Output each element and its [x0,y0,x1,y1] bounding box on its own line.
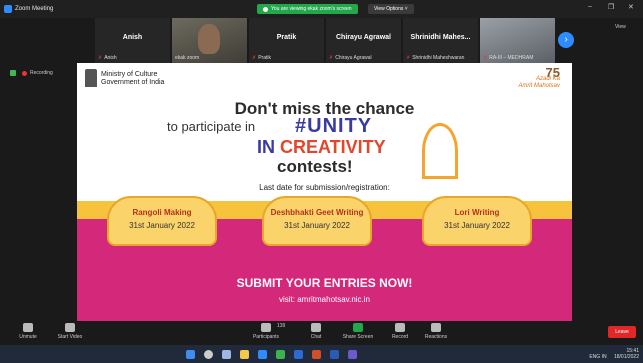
national-emblem-icon [85,69,97,87]
muted-mic-icon: ✗ [329,55,334,61]
poster-unity-text: #UNITY [295,115,373,137]
visit-url-text: visit: amritmahotsav.nic.in [279,295,370,304]
language-indicator[interactable]: ENG IN [589,354,606,360]
clock[interactable]: 15:41 18/01/2022 [614,348,639,360]
participant-tile[interactable]: Pratik ✗ Pratik [249,18,324,63]
participant-count: 139 [277,323,286,329]
participant-name: Anish [122,34,143,41]
participant-name: Pratik [276,34,297,41]
unmute-button[interactable]: Unmute [6,323,50,340]
close-button[interactable]: ✕ [628,3,634,11]
participant-label: ✗ Shrinidhi Maheshwaran [406,55,465,61]
view-button[interactable]: View [615,24,626,30]
task-view-icon[interactable] [222,350,231,359]
contest-date: 31st January 2022 [444,221,510,230]
record-icon [395,323,405,332]
reactions-icon [431,323,441,332]
zoom-window: Zoom Meeting You are viewing ekak zoom's… [0,0,643,363]
contest-title: Deshbhakti Geet Writing [270,208,364,217]
leave-button[interactable]: Leave [608,326,636,338]
participant-label: ✗ Anish [98,55,117,61]
last-date-text: Last date for submission/registration: [259,183,390,192]
meeting-toolbar: Unmute Start Video Participants 139 Chat… [0,321,643,345]
participant-video-tile[interactable]: ekak zoom [172,18,247,63]
recording-dot-icon [22,70,27,76]
poster-in-creativity: IN CREATIVITY [257,137,386,157]
participant-label: ✗ Chirayu Agrawal [329,55,372,61]
paintbrush-icon [422,123,458,179]
app-icon[interactable] [312,350,321,359]
participants-icon [261,323,271,332]
muted-mic-icon: ✗ [483,55,488,61]
participant-tile[interactable]: Anish ✗ Anish [95,18,170,63]
muted-mic-icon: ✗ [252,55,257,61]
contest-card: Lori Writing 31st January 2022 [422,196,532,246]
participant-label: ✗ RA-III – MEDHRAM [483,55,534,61]
participant-name: Shrinidhi Mahes... [410,34,471,41]
security-icon [10,70,16,76]
muted-mic-icon: ✗ [98,55,103,61]
participant-tile[interactable]: Chirayu Agrawal ✗ Chirayu Agrawal [326,18,401,63]
share-banner-text: You are viewing ekak zoom's screen [271,6,352,12]
participant-label: ✗ Pratik [252,55,271,61]
azadi-ka-amrit-mahotsav-logo: 75 Azadi Ka Amrit Mahotsav [518,65,560,89]
share-screen-button[interactable]: Share Screen [336,323,380,340]
word-icon[interactable] [330,350,339,359]
screen-share-banner[interactable]: You are viewing ekak zoom's screen [257,4,358,14]
participant-label: ekak zoom [175,55,200,61]
title-bar: Zoom Meeting You are viewing ekak zoom's… [0,0,643,18]
muted-mic-icon [23,323,33,332]
shield-icon [263,6,268,12]
ministry-logo-text: Ministry of Culture Government of India [101,71,165,86]
participant-tile[interactable]: Shrinidhi Mahes... ✗ Shrinidhi Maheshwara… [403,18,478,63]
chrome-icon[interactable] [276,350,285,359]
zoom-logo-icon [4,5,12,13]
participants-strip: Anish ✗ Anish ekak zoom Pratik ✗ Pratik Ch… [95,18,565,63]
video-off-icon [65,323,75,332]
start-menu-icon[interactable] [186,350,195,359]
zoom-app-icon[interactable] [258,350,267,359]
contest-title: Lori Writing [454,208,500,217]
start-video-button[interactable]: Start Video [48,323,92,340]
minimize-button[interactable]: – [588,3,592,10]
participant-video-tile[interactable]: ✗ RA-III – MEDHRAM [480,18,555,63]
system-tray: ENG IN 15:41 18/01/2022 [589,348,639,360]
contest-date: 31st January 2022 [284,221,350,230]
edge-icon[interactable] [294,350,303,359]
share-screen-icon [353,323,363,332]
submit-entries-text: SUBMIT YOUR ENTRIES NOW! [236,276,413,290]
contest-date: 31st January 2022 [129,221,195,230]
shared-screen-poster: Ministry of Culture Government of India … [77,63,572,321]
view-options-button[interactable]: View Options ˅ [368,4,414,14]
contest-title: Rangoli Making [132,208,192,217]
recording-label: Recording [30,70,53,76]
contest-card: Rangoli Making 31st January 2022 [107,196,217,246]
next-page-button[interactable]: › [558,32,574,48]
chat-icon [311,323,321,332]
poster-contests-text: contests! [277,157,353,176]
file-explorer-icon[interactable] [240,350,249,359]
windows-taskbar: ENG IN 15:41 18/01/2022 [0,345,643,363]
recording-indicator[interactable]: Recording [10,70,53,76]
search-icon[interactable] [204,350,213,359]
muted-mic-icon: ✗ [406,55,411,61]
restore-button[interactable]: ❐ [608,3,614,11]
reactions-button[interactable]: Reactions [414,323,458,340]
contest-card: Deshbhakti Geet Writing 31st January 202… [262,196,372,246]
participant-name: Chirayu Agrawal [336,34,391,41]
participant-video [198,24,220,54]
chat-button[interactable]: Chat [294,323,338,340]
app-icon[interactable] [348,350,357,359]
window-title: Zoom Meeting [15,6,54,12]
poster-participate-text: to participate in [167,119,256,134]
